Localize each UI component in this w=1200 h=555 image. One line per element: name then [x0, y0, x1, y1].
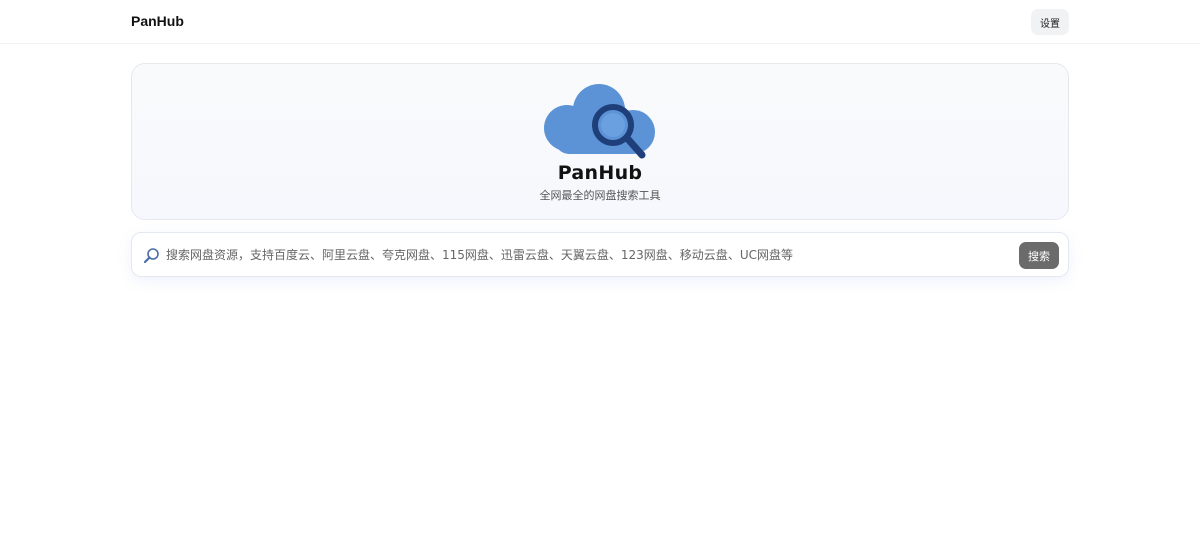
magnifier-icon: [143, 248, 159, 264]
search-bar: 搜索: [131, 232, 1069, 277]
settings-button[interactable]: 设置: [1031, 9, 1069, 35]
tagline: 全网最全的网盘搜索工具: [539, 189, 661, 202]
search-input[interactable]: [166, 243, 1006, 267]
cloud-magnifier-icon: [544, 84, 655, 159]
top-bar: PanHub 设置: [0, 0, 1200, 44]
brand-title[interactable]: PanHub: [131, 13, 184, 29]
logo-text: PanHub: [557, 162, 643, 184]
search-button[interactable]: 搜索: [1019, 242, 1059, 269]
hero-card: PanHub 全网最全的网盘搜索工具: [131, 63, 1069, 220]
